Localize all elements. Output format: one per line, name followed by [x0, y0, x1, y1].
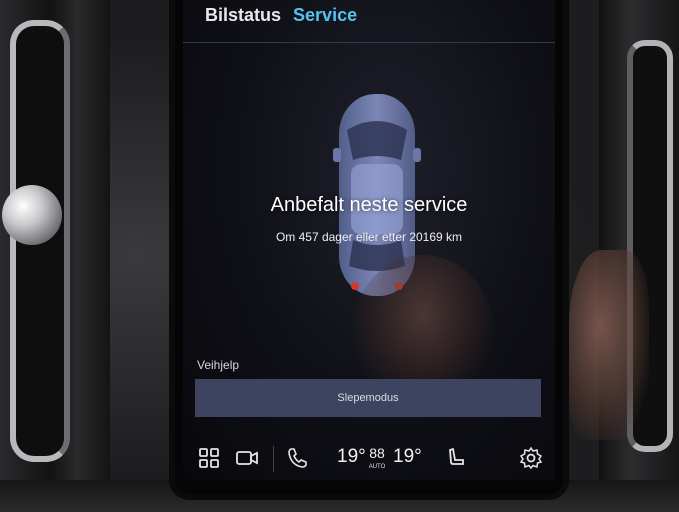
- assistance-section-label: Veihjelp: [197, 358, 240, 372]
- fan-mode-label: AUTO: [368, 464, 386, 470]
- settings-gear-icon[interactable]: [519, 446, 543, 470]
- seat-heat-icon[interactable]: [445, 446, 469, 470]
- bar-divider: [273, 446, 274, 472]
- tab-service[interactable]: Service: [293, 5, 357, 26]
- service-title: Anbefalt neste service: [270, 194, 468, 216]
- tab-divider: [183, 42, 555, 43]
- service-detail: Om 457 dager eller etter 20169 km: [275, 230, 463, 244]
- header-tabs: Bilstatus Service: [205, 5, 357, 29]
- reflection-person: [569, 250, 649, 440]
- climate-bar: 19° 88 AUTO 19°: [183, 438, 555, 480]
- left-temperature[interactable]: 19°: [337, 446, 366, 468]
- infotainment-screen: Bilstatus Service Anbefalt neste service: [183, 0, 555, 480]
- tab-bilstatus[interactable]: Bilstatus: [205, 5, 281, 26]
- camera-icon[interactable]: [235, 446, 259, 470]
- car-dashboard-photo: Bilstatus Service Anbefalt neste service: [0, 0, 679, 512]
- tow-mode-button[interactable]: Slepemodus: [195, 379, 541, 417]
- apps-grid-icon[interactable]: [197, 446, 221, 470]
- left-air-vent: [0, 0, 110, 512]
- left-vent-knob: [2, 185, 62, 245]
- fan-level[interactable]: 88: [368, 446, 386, 460]
- phone-icon[interactable]: [285, 446, 309, 470]
- right-temperature[interactable]: 19°: [393, 446, 422, 468]
